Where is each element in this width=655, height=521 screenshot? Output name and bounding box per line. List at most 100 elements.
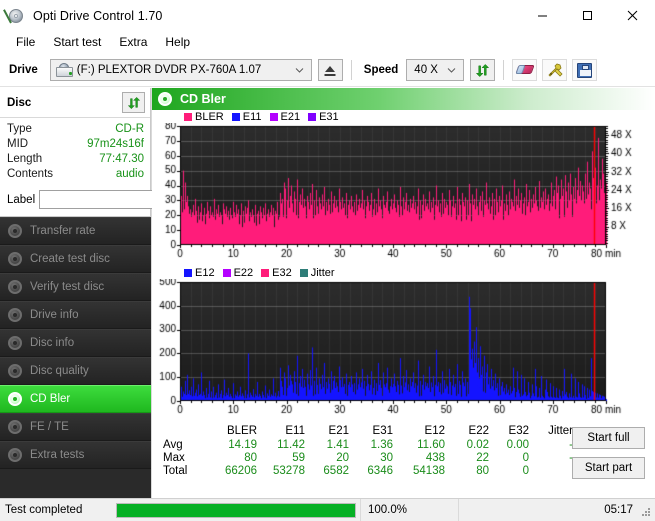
eraser-icon xyxy=(515,63,535,77)
legend-item-bler: BLER xyxy=(184,111,224,123)
sidebar-item-label: Disc quality xyxy=(30,365,89,377)
stats-cell: - xyxy=(532,452,576,465)
legend-item-e12: E12 xyxy=(184,267,215,279)
stats-col-e32: E32 xyxy=(508,425,529,437)
legend-swatch xyxy=(222,268,231,277)
disc-row-type: Type CD-R xyxy=(7,122,144,137)
stats-cell: 1.36 xyxy=(370,439,393,451)
toolbar-divider xyxy=(350,60,352,80)
legend-item-e21: E21 xyxy=(269,111,300,123)
stats-cell xyxy=(532,465,576,478)
menu-help[interactable]: Help xyxy=(156,32,199,53)
stats-cell: 80 xyxy=(476,465,489,477)
stats-cell: 0.02 xyxy=(466,439,489,451)
refresh-icon xyxy=(127,96,140,109)
stats-cell: 11.42 xyxy=(277,439,305,451)
disc-info-rows: Type CD-R MID 97m24s16f Length 77:47.30 … xyxy=(0,118,150,185)
stats-cell: 11.60 xyxy=(417,439,445,451)
stats-row-label: Max xyxy=(163,452,185,464)
main-panel: CD Bler BLER E11 E21 E31 E12 E22 E32 Jit… xyxy=(152,88,655,498)
action-buttons: Start full Start part xyxy=(572,427,645,479)
close-button[interactable] xyxy=(610,0,655,31)
drive-select-value: (F:) PLEXTOR DVDR PX-760A 1.07 xyxy=(76,64,262,76)
stats-area: BLER E11 E21 E31 E12 E22 E32 Jitter Avg … xyxy=(152,419,655,498)
sidebar-item-label: Verify test disc xyxy=(30,281,105,293)
e12-chart-canvas[interactable] xyxy=(152,279,652,419)
eject-button[interactable] xyxy=(317,59,343,81)
stats-cell: 0 xyxy=(522,465,529,477)
disc-icon xyxy=(8,223,23,239)
stats-cell: 30 xyxy=(380,452,393,464)
refresh-drive-button[interactable] xyxy=(470,59,496,81)
sidebar-item-cd-bler[interactable]: CD Bler xyxy=(0,385,151,413)
sidebar-item-disc-quality[interactable]: Disc quality xyxy=(0,357,151,385)
stats-col-blank xyxy=(158,425,210,439)
refresh-icon xyxy=(476,63,490,77)
disc-row-key: Contents xyxy=(7,168,54,180)
sidebar-item-disc-info[interactable]: Disc info xyxy=(0,329,151,357)
stats-cell: 6346 xyxy=(367,465,393,477)
erase-button[interactable] xyxy=(512,59,538,81)
table-row: Total 66206 53278 6582 6346 54138 80 0 xyxy=(158,465,576,478)
drive-select[interactable]: (F:) PLEXTOR DVDR PX-760A 1.07 xyxy=(49,59,312,81)
bler-chart-canvas[interactable] xyxy=(152,123,652,263)
disc-row-value: 77:47.30 xyxy=(99,153,144,165)
disc-icon xyxy=(8,363,23,379)
save-icon xyxy=(577,62,593,78)
start-full-button[interactable]: Start full xyxy=(572,427,645,449)
stats-col-e31: E31 xyxy=(372,425,393,437)
legend-item-jitter: Jitter xyxy=(299,266,335,279)
stats-col-e22: E22 xyxy=(468,425,489,437)
disc-panel-title: Disc xyxy=(7,96,32,109)
stats-cell: 53278 xyxy=(273,465,305,477)
stats-cell: 54138 xyxy=(413,465,445,477)
progress-bar xyxy=(116,502,356,518)
menu-extra[interactable]: Extra xyxy=(110,32,156,53)
legend-swatch xyxy=(261,268,270,277)
disc-row-value: audio xyxy=(115,168,144,180)
sidebar-item-label: FE / TE xyxy=(30,421,69,433)
legend-label: Jitter xyxy=(310,266,335,279)
status-bar: Test completed 100.0% 05:17 xyxy=(0,498,655,521)
sidebar-item-label: Extra tests xyxy=(30,449,85,461)
charts-container: BLER E11 E21 E31 E12 E22 E32 Jitter xyxy=(152,110,655,419)
legend-swatch xyxy=(231,112,240,121)
sidebar-item-verify-test-disc[interactable]: Verify test disc xyxy=(0,273,151,301)
speed-label: Speed xyxy=(363,64,399,76)
minimize-button[interactable] xyxy=(520,0,565,31)
stats-cell: 0 xyxy=(522,452,529,464)
sidebar-item-drive-info[interactable]: Drive info xyxy=(0,301,151,329)
sidebar-item-fe-te[interactable]: FE / TE xyxy=(0,413,151,441)
save-button[interactable] xyxy=(572,59,598,81)
content-area: Disc Type CD-R MID 97m24s16f Length 77:4… xyxy=(0,88,655,516)
table-row: Max 80 59 20 30 438 22 0 - xyxy=(158,452,576,465)
start-part-button[interactable]: Start part xyxy=(572,457,645,479)
sidebar-item-label: Transfer rate xyxy=(30,225,96,237)
legend-swatch xyxy=(269,112,278,121)
sidebar-item-extra-tests[interactable]: Extra tests xyxy=(0,441,151,469)
status-message: Test completed xyxy=(5,504,83,516)
elapsed-time: 05:17 xyxy=(458,499,655,521)
sidebar-item-label: CD Bler xyxy=(30,393,71,405)
resize-grip-icon[interactable] xyxy=(640,506,652,518)
tools-icon xyxy=(548,63,563,77)
stats-col-e11: E11 xyxy=(285,425,305,437)
maximize-button[interactable] xyxy=(565,0,610,31)
sidebar-item-create-test-disc[interactable]: Create test disc xyxy=(0,245,151,273)
settings-button[interactable] xyxy=(542,59,568,81)
disc-panel-header: Disc xyxy=(0,88,150,118)
disc-row-key: Type xyxy=(7,123,32,135)
menu-file[interactable]: File xyxy=(7,32,44,53)
disc-icon xyxy=(158,91,173,107)
legend-label: E22 xyxy=(233,266,254,279)
sidebar: Disc Type CD-R MID 97m24s16f Length 77:4… xyxy=(0,88,217,516)
sidebar-item-transfer-rate[interactable]: Transfer rate xyxy=(0,217,151,245)
menu-start-test[interactable]: Start test xyxy=(44,32,110,53)
sidebar-item-label: Create test disc xyxy=(30,253,110,265)
chevron-down-icon xyxy=(447,68,456,73)
disc-refresh-button[interactable] xyxy=(122,92,145,113)
toolbar-divider xyxy=(503,60,505,80)
speed-select[interactable]: 40 X xyxy=(406,59,465,81)
disc-icon xyxy=(8,307,23,323)
sidebar-item-label: Drive info xyxy=(30,309,79,321)
